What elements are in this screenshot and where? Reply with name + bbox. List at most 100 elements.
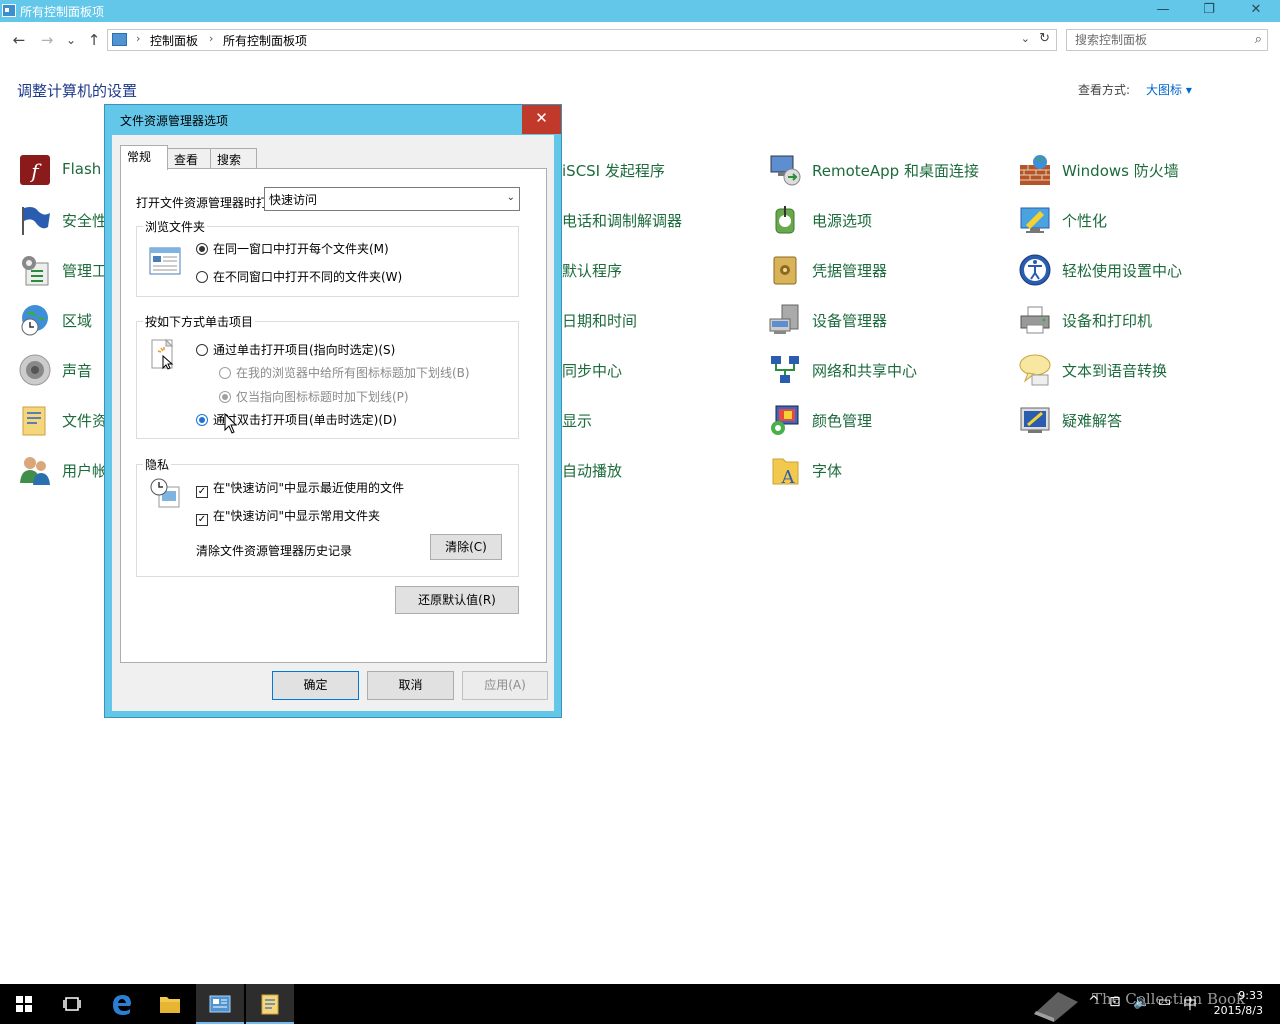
ime-indicator[interactable]: 中 (1183, 994, 1197, 1014)
cursor-click-icon (151, 338, 174, 370)
window-icon (149, 247, 181, 275)
control-panel-icon (209, 995, 231, 1013)
vault-icon (773, 256, 797, 285)
users-icon (20, 457, 50, 485)
view-by-dropdown[interactable]: 大图标 ▾ (1146, 81, 1192, 98)
power-options-icon (775, 206, 795, 234)
general-tab-panel: 打开文件资源管理器时打 快速访问 ⌄ 浏览文件夹 在同一窗口中打开每个文件夹(M… (120, 168, 547, 663)
mouse-cursor-icon (224, 413, 238, 434)
refresh-icon[interactable]: ↻ (1039, 31, 1050, 46)
clear-history-label: 清除文件资源管理器历史记录 (196, 544, 353, 558)
search-box[interactable]: ⌕ (1066, 29, 1268, 51)
tab-general[interactable]: 常规 (120, 145, 168, 170)
network-icon (771, 356, 799, 383)
taskbar-file-explorer[interactable] (146, 984, 194, 1024)
clock-time: 9:33 (1238, 989, 1263, 1002)
privacy-group: 隐私 ✓ 在"快速访问"中显示最近使用的文件 ✓ 在"快速访问"中显示常用文件夹 清… (136, 456, 519, 577)
book-watermark-icon (1034, 992, 1078, 1022)
browse-folders-group: 浏览文件夹 在同一窗口中打开每个文件夹(M) 在不同窗口中打开不同的文件夹(W) (136, 218, 519, 297)
browse-folders-title: 浏览文件夹 (143, 218, 208, 235)
speaker-icon (19, 354, 51, 386)
radio-underline-hover[interactable]: 仅当指向图标标题时加下划线(P) (219, 388, 409, 405)
address-bar[interactable]: › 控制面板 › 所有控制面板项 ⌄ ↻ (107, 29, 1057, 51)
network-status-icon[interactable]: ⊡ (1109, 994, 1121, 1010)
folder-icon (160, 997, 180, 1013)
up-arrow-icon[interactable]: ↑ (85, 31, 103, 49)
folder-options-icon (22, 406, 46, 436)
svg-text:A: A (781, 467, 796, 487)
fonts-folder-icon: A (772, 458, 799, 487)
control-panel-icon (2, 4, 16, 17)
start-button[interactable] (0, 984, 48, 1024)
chevron-right-icon[interactable]: › (136, 32, 140, 45)
device-manager-icon (769, 304, 799, 334)
breadcrumb-all-items[interactable]: 所有控制面板项 (223, 32, 307, 49)
volume-icon[interactable]: 🔈 (1133, 994, 1150, 1010)
page-title: 调整计算机的设置 (17, 82, 138, 100)
forward-arrow-icon[interactable]: → (38, 31, 56, 49)
checkbox-show-frequent-folders[interactable]: ✓ 在"快速访问"中显示常用文件夹 (196, 507, 380, 526)
control-panel-icon (112, 33, 127, 46)
task-view-icon (63, 997, 81, 1011)
search-input[interactable] (1067, 30, 1247, 50)
clock[interactable]: 9:33 2015/8/3 (1211, 988, 1263, 1018)
clock-date: 2015/8/3 (1213, 1004, 1263, 1017)
restore-defaults-button[interactable]: 还原默认值(R) (395, 586, 519, 614)
speech-bubble-icon (1019, 354, 1051, 386)
action-center-icon[interactable]: ▭ (1158, 994, 1171, 1010)
color-management-icon (771, 405, 799, 435)
show-hidden-icons-icon[interactable]: ^ (1088, 994, 1100, 1010)
taskbar-control-panel[interactable] (196, 984, 244, 1024)
flash-icon: f (20, 155, 50, 185)
dialog-close-button[interactable]: ✕ (522, 105, 561, 134)
restore-button[interactable]: ❐ (1186, 0, 1232, 22)
radio-different-window[interactable]: 在不同窗口中打开不同的文件夹(W) (196, 268, 402, 285)
folder-options-icon (261, 994, 279, 1015)
task-view-button[interactable] (48, 984, 96, 1024)
cancel-button[interactable]: 取消 (367, 671, 454, 700)
troubleshooting-icon (1020, 407, 1050, 433)
open-explorer-label: 打开文件资源管理器时打 (136, 196, 269, 210)
chevron-right-icon[interactable]: › (209, 32, 213, 45)
back-arrow-icon[interactable]: ← (10, 31, 28, 49)
recent-locations-icon[interactable]: ⌄ (62, 31, 80, 49)
radio-underline-all[interactable]: 在我的浏览器中给所有图标标题加下划线(B) (219, 364, 470, 381)
taskbar-edge[interactable] (98, 984, 146, 1024)
click-items-group: 按如下方式单击项目 通过单击打开项目(指向时选定)(S) 在我的浏览器中给所有图… (136, 313, 519, 439)
printer-icon (1020, 306, 1050, 334)
tab-view[interactable]: 查看 (167, 148, 211, 169)
ok-button[interactable]: 确定 (272, 671, 359, 700)
taskbar: The Collection Book ^ ⊡ 🔈 ▭ 中 9:33 2015/… (0, 984, 1280, 1024)
remote-desktop-icon (770, 155, 801, 186)
chevron-down-icon: ⌄ (506, 192, 515, 203)
window-titlebar: 所有控制面板项 — ❐ ✕ (0, 0, 1280, 22)
firewall-icon (1020, 155, 1050, 185)
minimize-button[interactable]: — (1140, 0, 1186, 22)
close-button[interactable]: ✕ (1233, 0, 1279, 22)
tab-search[interactable]: 搜索 (210, 148, 257, 169)
view-by-label: 查看方式: (1078, 83, 1131, 97)
ease-of-access-icon (1019, 254, 1051, 286)
open-explorer-select[interactable]: 快速访问 ⌄ (264, 187, 520, 211)
globe-clock-icon (21, 305, 48, 336)
admin-tools-icon (22, 256, 49, 286)
file-explorer-options-dialog: 文件资源管理器选项 ✕ 常规 查看 搜索 打开文件资源管理器时打 快速访问 ⌄ … (104, 104, 562, 718)
radio-same-window[interactable]: 在同一窗口中打开每个文件夹(M) (196, 240, 389, 257)
search-icon[interactable]: ⌕ (1255, 32, 1262, 47)
taskbar-folder-options[interactable] (246, 984, 294, 1024)
radio-single-click[interactable]: 通过单击打开项目(指向时选定)(S) (196, 341, 395, 358)
edge-icon (113, 995, 131, 1015)
apply-button[interactable]: 应用(A) (462, 671, 548, 700)
personalization-icon (1020, 207, 1050, 233)
chevron-down-icon[interactable]: ⌄ (1021, 32, 1030, 45)
flag-icon (22, 207, 50, 235)
privacy-title: 隐私 (143, 456, 172, 473)
window-title: 所有控制面板项 (20, 5, 105, 19)
breadcrumb-control-panel[interactable]: 控制面板 (150, 32, 198, 49)
clear-history-button[interactable]: 清除(C) (430, 534, 502, 560)
dialog-title: 文件资源管理器选项 (120, 114, 229, 128)
windows-logo-icon (16, 996, 32, 1012)
click-items-title: 按如下方式单击项目 (143, 313, 256, 330)
checkbox-show-recent-files[interactable]: ✓ 在"快速访问"中显示最近使用的文件 (196, 479, 404, 498)
dialog-body: 常规 查看 搜索 打开文件资源管理器时打 快速访问 ⌄ 浏览文件夹 在同一窗口中… (112, 135, 554, 711)
